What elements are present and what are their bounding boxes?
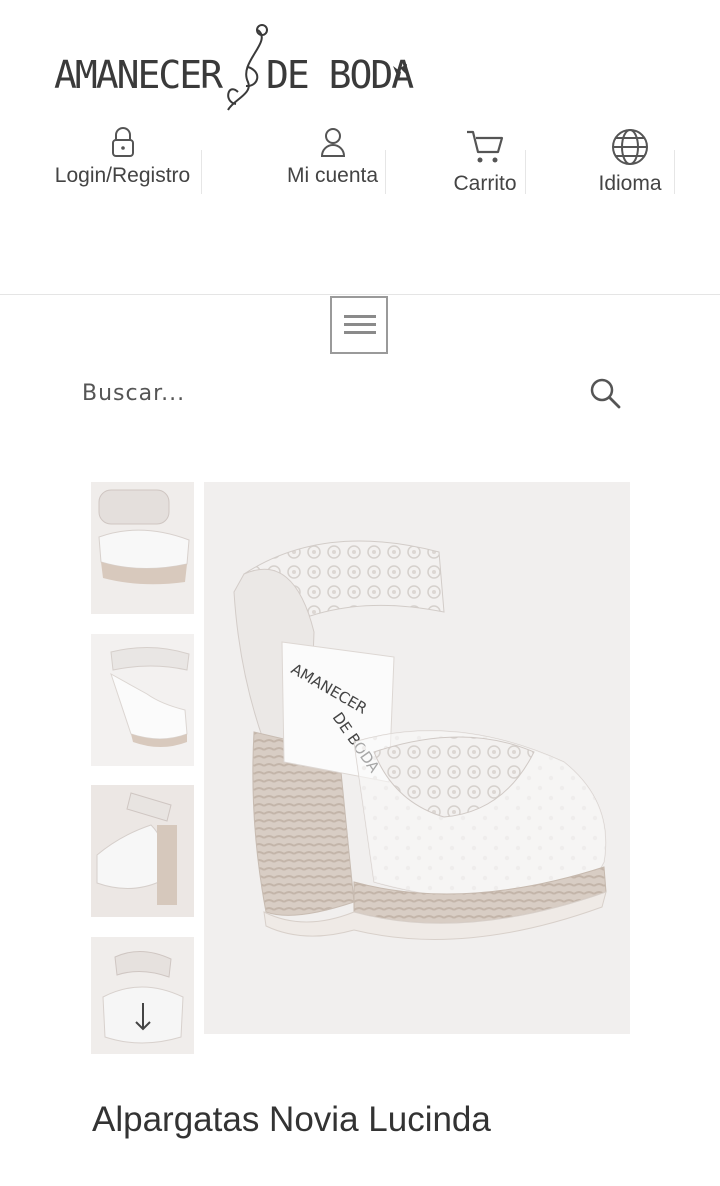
lock-icon: [111, 127, 134, 157]
product-thumbnail-1[interactable]: [91, 482, 194, 614]
nav-login[interactable]: Login/Registro: [40, 126, 205, 188]
search-input[interactable]: [70, 366, 584, 420]
search-icon[interactable]: [586, 374, 624, 412]
product-main-image[interactable]: AMANECER DE BODA: [204, 482, 630, 1034]
nav-cart[interactable]: Carrito: [435, 128, 535, 196]
logo-text-left: AMANECER: [54, 53, 223, 97]
brand-logo[interactable]: AMANECER DE BODA: [48, 22, 418, 122]
logo-text-right: DE BODA: [266, 53, 414, 97]
nav-language[interactable]: Idioma: [580, 128, 680, 196]
nav-account[interactable]: Mi cuenta: [270, 126, 395, 188]
nav-cart-label: Carrito: [453, 172, 517, 195]
nav-account-label: Mi cuenta: [286, 164, 379, 187]
cart-icon: [467, 130, 504, 163]
header-divider: [0, 294, 720, 295]
product-thumbnail-4[interactable]: [91, 937, 194, 1054]
product-thumbnail-2[interactable]: [91, 634, 194, 766]
product-title: Alpargatas Novia Lucinda: [92, 1100, 491, 1139]
nav-login-label: Login/Registro: [54, 164, 191, 187]
logo-flourish-icon: [227, 24, 268, 111]
nav-language-label: Idioma: [598, 172, 662, 195]
hamburger-menu-icon[interactable]: [330, 296, 388, 354]
globe-icon: [612, 129, 648, 165]
user-icon: [320, 128, 345, 157]
product-thumbnail-3[interactable]: [91, 785, 194, 917]
